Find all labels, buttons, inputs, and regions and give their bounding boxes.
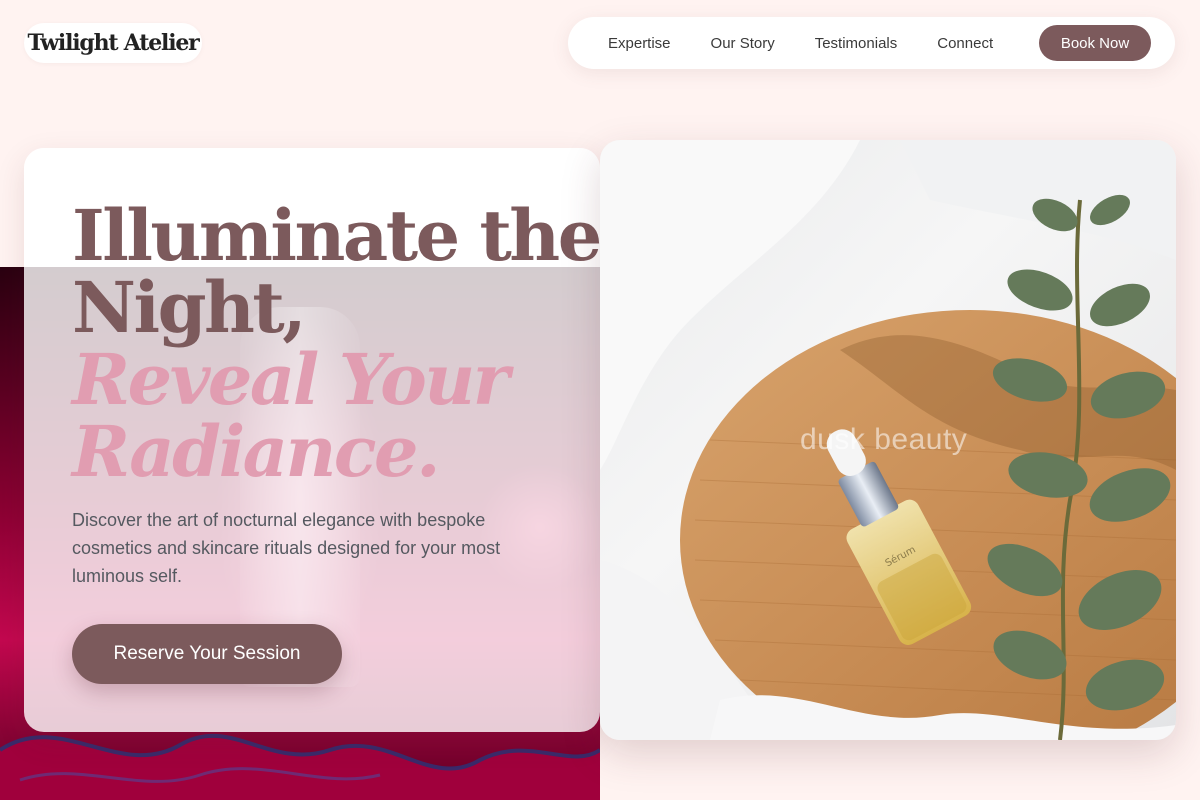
hero-headline: Illuminate the Night, Reveal Your Radian… [72, 200, 600, 488]
headline-accent-line-2: Radiance. [72, 410, 440, 493]
main-nav: Expertise Our Story Testimonials Connect… [568, 17, 1175, 69]
nav-link-testimonials[interactable]: Testimonials [815, 35, 898, 52]
nav-link-our-story[interactable]: Our Story [711, 35, 775, 52]
watermark-text: dusk beauty [800, 423, 968, 456]
book-now-button[interactable]: Book Now [1039, 25, 1151, 61]
logo[interactable]: Twilight Atelier [24, 23, 202, 63]
reserve-session-button[interactable]: Reserve Your Session [72, 624, 342, 684]
product-image: Sérum dusk beauty [600, 140, 1176, 740]
hero-card: Illuminate the Night, Reveal Your Radian… [24, 148, 600, 732]
headline-line-2: Night, [72, 266, 307, 349]
nav-link-expertise[interactable]: Expertise [608, 35, 671, 52]
hero-description: Discover the art of nocturnal elegance w… [72, 510, 501, 586]
nav-link-connect[interactable]: Connect [937, 35, 993, 52]
logo-text: Twilight Atelier [27, 30, 199, 56]
headline-accent-line-1: Reveal Your [72, 338, 510, 421]
headline-line-1: Illuminate the [72, 194, 600, 277]
